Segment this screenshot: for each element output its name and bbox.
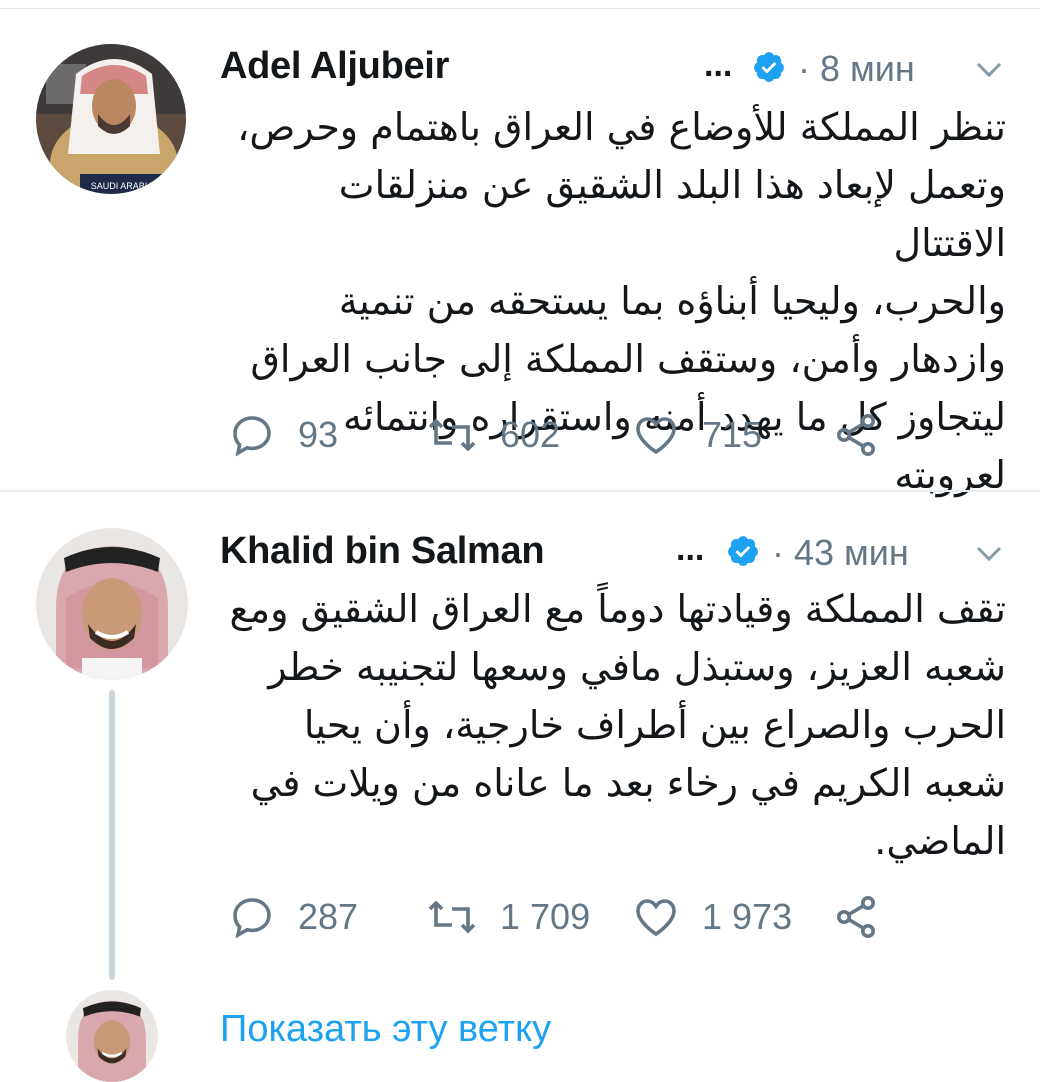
share-icon bbox=[837, 414, 875, 456]
tweet-actions: 287 1 709 1 973 bbox=[220, 892, 1000, 942]
like-count: 715 bbox=[702, 414, 763, 455]
tweet-line: وتعمل لإبعاد هذا البلد الشقيق عن منزلقات… bbox=[338, 163, 1006, 265]
tweet-timestamp[interactable]: · 43 мин bbox=[772, 532, 909, 574]
show-thread-link[interactable]: Показать эту ветку bbox=[220, 1008, 551, 1051]
tweet-line: تنظر المملكة للأوضاع في العراق باهتمام و… bbox=[237, 105, 1006, 149]
tweet-line: تقف المملكة وقيادتها دوماً مع العراق الش… bbox=[229, 587, 1006, 631]
author-name[interactable]: Adel Aljubeir bbox=[220, 45, 449, 88]
author-name[interactable]: Khalid bin Salman bbox=[220, 530, 545, 573]
reply-count: 93 bbox=[298, 414, 339, 455]
verified-badge-icon bbox=[754, 52, 784, 82]
retweet-count: 1 709 bbox=[500, 896, 591, 937]
chevron-down-icon[interactable] bbox=[974, 544, 1004, 564]
retweet-button[interactable]: 602 bbox=[426, 410, 560, 460]
chevron-down-icon[interactable] bbox=[974, 60, 1004, 80]
name-ellipsis: ... bbox=[704, 46, 733, 84]
tweet-timestamp[interactable]: · 8 мин bbox=[798, 48, 915, 90]
tweet-line: الحرب والصراع بين أطراف خارجية، وأن يحيا bbox=[303, 703, 1006, 747]
reply-count: 287 bbox=[298, 896, 359, 937]
like-count: 1 973 bbox=[702, 896, 793, 937]
tweet-divider bbox=[0, 490, 1040, 492]
tweet-line: شعبه العزيز، وستبذل مافي وسعها لتجنيبه خ… bbox=[268, 645, 1006, 689]
tweet-text: تقف المملكة وقيادتها دوماً مع العراق الش… bbox=[220, 580, 1006, 870]
tweet-line: والحرب، وليحيا أبناؤه بما يستحقه من تنمي… bbox=[338, 279, 1006, 323]
tweet-line: شعبه الكريم في رخاء بعد ما عاناه من ويلا… bbox=[250, 761, 1006, 805]
reply-icon bbox=[233, 898, 271, 939]
like-icon bbox=[636, 899, 676, 937]
name-ellipsis: ... bbox=[676, 530, 705, 568]
share-button[interactable] bbox=[832, 892, 880, 942]
share-icon bbox=[837, 896, 875, 938]
avatar-khalid-bin-salman[interactable] bbox=[36, 528, 188, 680]
tweet-line: الماضي. bbox=[874, 819, 1006, 863]
avatar-adel-aljubeir[interactable]: SAUDI ARABIA bbox=[36, 44, 186, 194]
retweet-icon bbox=[428, 900, 476, 934]
thread-connector-line bbox=[109, 690, 115, 980]
like-button[interactable]: 715 bbox=[632, 410, 762, 460]
reply-icon bbox=[233, 416, 271, 457]
tweet-actions: 93 602 715 bbox=[220, 410, 1000, 460]
retweet-icon bbox=[428, 418, 476, 452]
share-button[interactable] bbox=[832, 410, 880, 460]
retweet-button[interactable]: 1 709 bbox=[426, 892, 590, 942]
reply-button[interactable]: 287 bbox=[228, 892, 358, 942]
like-button[interactable]: 1 973 bbox=[632, 892, 792, 942]
reply-button[interactable]: 93 bbox=[228, 410, 338, 460]
like-icon bbox=[636, 417, 676, 455]
retweet-count: 602 bbox=[500, 414, 561, 455]
svg-text:SAUDI ARABIA: SAUDI ARABIA bbox=[91, 181, 154, 191]
tweet-line: وازدهار وأمن، وستقف المملكة إلى جانب الع… bbox=[250, 337, 1006, 381]
verified-badge-icon bbox=[728, 536, 758, 566]
avatar-thread-small[interactable] bbox=[66, 990, 158, 1082]
top-border bbox=[0, 8, 1040, 9]
